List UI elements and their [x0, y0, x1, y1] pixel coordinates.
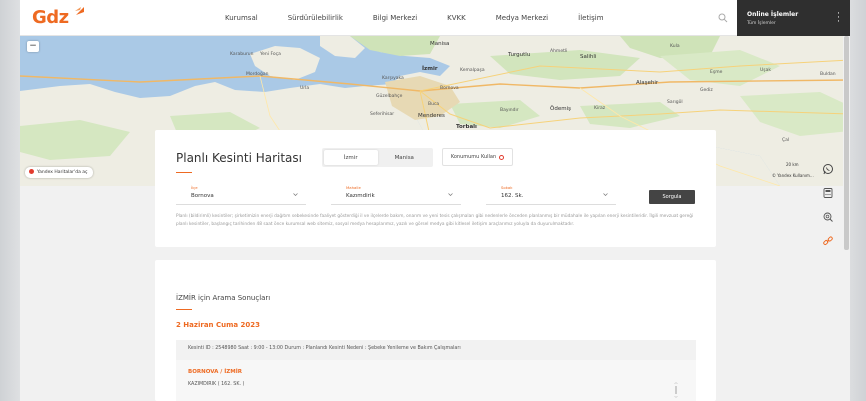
nav-item-surdurulebilirlik[interactable]: Sürdürülebilirlik — [288, 14, 343, 22]
map-label: Urla — [300, 86, 310, 91]
outage-street: KAZIMDIRIK ( 162. SK. ) — [188, 382, 245, 387]
neighborhood-select[interactable]: Mahalle Kazımdirik — [331, 185, 461, 205]
results-title: İZMİR için Arama Sonuçları — [176, 294, 271, 302]
link-icon[interactable] — [819, 232, 837, 250]
map-label: Uşak — [760, 68, 772, 73]
online-islemler-subtitle: Tüm İşlemler — [747, 21, 776, 26]
map-label: Ahmetli — [550, 49, 568, 54]
outage-result-card: Kesinti ID : 2548980 Saat : 9:00 - 13:00… — [176, 340, 696, 401]
map-label: Karşıyaka — [382, 76, 404, 81]
map-label: İzmir — [422, 66, 438, 72]
outage-search-panel: Planlı Kesinti Haritası İzmir Manisa Kon… — [155, 130, 716, 247]
neighborhood-label: Mahalle — [346, 185, 361, 190]
map-label: Sarıgöl — [667, 100, 683, 105]
logo-arrow-icon — [75, 7, 84, 15]
nav-item-medya-merkezi[interactable]: Medya Merkezi — [496, 14, 548, 22]
district-select[interactable]: İlçe Bornova — [176, 185, 306, 205]
district-label: İlçe — [191, 185, 198, 190]
map-label: Salihli — [580, 54, 597, 60]
outage-info-line: Kesinti ID : 2548980 Saat : 9:00 - 13:00… — [188, 346, 461, 351]
map-label: Bayındır — [500, 108, 519, 113]
query-button[interactable]: Sorgula — [649, 190, 695, 204]
map-label: Buldan — [820, 72, 836, 77]
map-label: Kemalpaşa — [460, 68, 485, 73]
nav-item-kvkk[interactable]: KVKK — [447, 14, 466, 22]
map-label: Bornova — [440, 86, 459, 91]
map-label: Mordoğan — [246, 72, 269, 77]
nav-item-bilgi-merkezi[interactable]: Bilgi Merkezi — [373, 14, 417, 22]
map-label: Seferihisar — [370, 112, 395, 117]
street-value: 162. Sk. — [501, 193, 524, 199]
use-my-location-label: Konumumu Kullan — [450, 154, 497, 160]
nav-item-iletisim[interactable]: İletişim — [578, 14, 603, 22]
search-results-panel: İZMİR için Arama Sonuçları 2 Haziran Cum… — [155, 260, 716, 401]
tab-manisa[interactable]: Manisa — [378, 150, 432, 165]
search-icon[interactable] — [718, 13, 728, 23]
chevron-down-icon — [293, 193, 298, 196]
page-scrollbar[interactable] — [843, 36, 850, 401]
map-label: Karaburun — [230, 52, 254, 57]
district-value: Bornova — [191, 193, 214, 199]
map-label: Kiraz — [594, 106, 606, 111]
nav-item-kurumsal[interactable]: Kurumsal — [225, 14, 258, 22]
chevron-down-icon — [448, 193, 453, 196]
side-toolbar — [819, 160, 841, 256]
main-nav: Kurumsal Sürdürülebilirlik Bilgi Merkezi… — [225, 0, 634, 36]
inner-scrollbar[interactable] — [674, 382, 678, 398]
map-label: Manisa — [430, 41, 450, 47]
scrollbar-thumb[interactable] — [844, 36, 849, 250]
map-label: Güzelbahçe — [376, 94, 403, 99]
open-in-yandex-link[interactable]: Yandex Haritalar'da aç — [25, 167, 93, 178]
map-label: Ödemiş — [550, 106, 571, 112]
open-in-yandex-label: Yandex Haritalar'da aç — [37, 170, 88, 175]
zoom-out-button[interactable]: − — [27, 41, 39, 52]
site-header: Gdz Kurumsal Sürdürülebilirlik Bilgi Mer… — [20, 0, 850, 36]
map-pin-icon — [29, 168, 34, 174]
browser-page: Gdz Kurumsal Sürdürülebilirlik Bilgi Mer… — [20, 0, 850, 401]
map-label: Alaşehir — [636, 80, 659, 86]
street-select[interactable]: Sokak 162. Sk. — [486, 185, 616, 205]
online-islemler-button[interactable]: Online İşlemler Tüm İşlemler · · · — [737, 0, 850, 36]
result-date: 2 Haziran Cuma 2023 — [176, 321, 261, 329]
description-text: Planlı (bildirimli) kesintiler; şirketim… — [176, 214, 694, 227]
city-tabs: İzmir Manisa — [322, 148, 433, 167]
results-underline — [176, 309, 192, 310]
use-my-location-button[interactable]: Konumumu Kullan — [442, 148, 513, 166]
more-vertical-icon[interactable]: · · · — [837, 10, 840, 27]
whatsapp-icon[interactable] — [819, 160, 837, 178]
page-title: Planlı Kesinti Haritası — [176, 151, 302, 165]
outage-location-block: BORNOVA / İZMİR KAZIMDIRIK ( 162. SK. ) — [176, 360, 696, 401]
calculator-icon[interactable] — [819, 184, 837, 202]
neighborhood-value: Kazımdirik — [346, 193, 375, 199]
map-label: Çal — [782, 138, 790, 143]
map-label: Gediz — [700, 88, 713, 93]
gdz-logo[interactable]: Gdz — [32, 7, 69, 28]
tab-izmir[interactable]: İzmir — [324, 150, 378, 165]
map-label: Turgutlu — [508, 52, 531, 58]
map-copyright[interactable]: © Yandex Kullanım... — [772, 173, 814, 178]
map-label: Yeni Foça — [260, 52, 281, 57]
chevron-down-icon — [603, 193, 608, 196]
street-label: Sokak — [501, 185, 513, 190]
outage-location: BORNOVA / İZMİR — [188, 369, 243, 375]
map-label: Menderes — [418, 113, 445, 119]
online-islemler-title: Online İşlemler — [747, 11, 799, 18]
map-label: Buca — [428, 102, 440, 107]
map-label: Eşme — [710, 70, 723, 75]
location-target-icon — [499, 154, 505, 160]
search-document-icon[interactable] — [819, 208, 837, 226]
map-scale: 20 km — [786, 162, 799, 167]
map-label: Kula — [670, 44, 680, 49]
title-underline — [176, 172, 192, 173]
